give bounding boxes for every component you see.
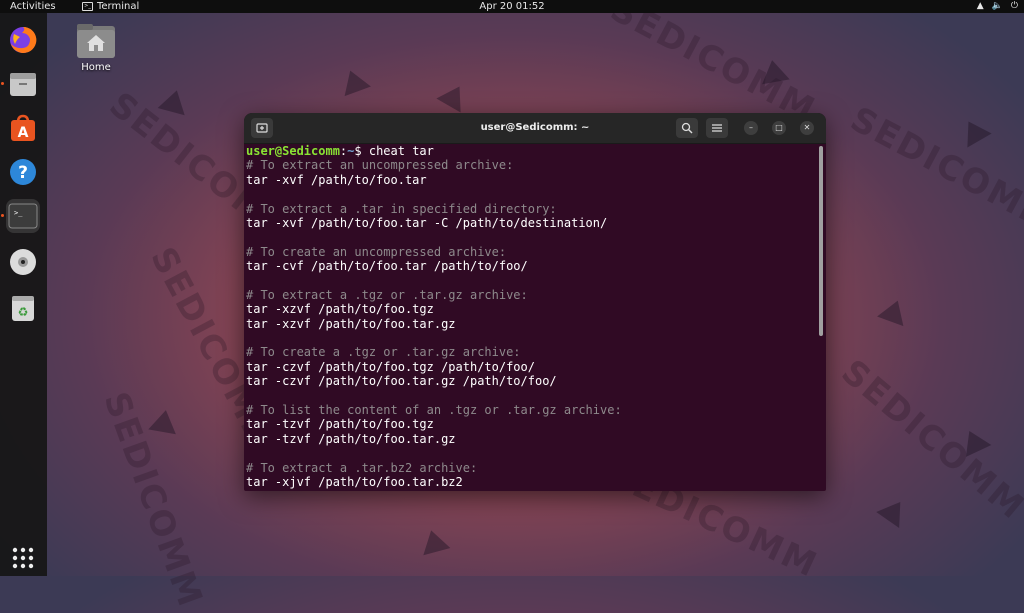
dock: A ? >_ ♻ bbox=[0, 13, 47, 576]
top-bar: Activities >_ Terminal Apr 20 01:52 ▲ 🔈 … bbox=[0, 0, 1024, 13]
wallpaper-triangle bbox=[956, 114, 992, 148]
dock-trash[interactable]: ♻ bbox=[6, 291, 40, 325]
terminal-window[interactable]: user@Sedicomm: ~ – □ ✕ user@Sedicomm:~$ … bbox=[244, 113, 826, 491]
firefox-icon bbox=[10, 26, 37, 53]
output-blank-line bbox=[246, 274, 816, 288]
volume-icon: 🔈 bbox=[991, 1, 1003, 11]
maximize-button[interactable]: □ bbox=[772, 121, 786, 135]
power-icon: ⏻ bbox=[1010, 1, 1018, 11]
output-command-line: tar -tzvf /path/to/foo.tar.gz bbox=[246, 431, 456, 446]
show-applications-icon bbox=[12, 547, 34, 569]
show-applications-button[interactable] bbox=[6, 541, 40, 575]
output-comment-line: # To extract a .tgz or .tar.gz archive: bbox=[246, 287, 528, 302]
minimize-icon: – bbox=[749, 123, 753, 132]
prompt-user: user@Sedicomm bbox=[246, 144, 340, 158]
output-blank-line bbox=[246, 230, 816, 244]
dock-help[interactable]: ? bbox=[6, 155, 40, 189]
output-command-line: tar -xzvf /path/to/foo.tar.gz bbox=[246, 316, 456, 331]
home-folder-label: Home bbox=[81, 62, 111, 73]
files-icon bbox=[10, 73, 36, 96]
wallpaper-triangle bbox=[337, 65, 371, 97]
output-comment-line: # To list the content of an .tgz or .tar… bbox=[246, 403, 622, 418]
terminal-output[interactable]: user@Sedicomm:~$ cheat tar # To extract … bbox=[246, 144, 816, 490]
output-command-line: tar -xvf /path/to/foo.tar -C /path/to/de… bbox=[246, 215, 608, 230]
output-comment-line: # To extract a .tar in specified directo… bbox=[246, 201, 557, 216]
wallpaper-triangle bbox=[877, 295, 911, 327]
wallpaper-watermark: SEDICOMM bbox=[603, 0, 823, 131]
software-icon: A bbox=[11, 114, 35, 141]
network-icon: ▲ bbox=[976, 1, 984, 11]
trash-icon: ♻ bbox=[12, 296, 34, 321]
search-icon bbox=[681, 122, 693, 134]
output-command-line: tar -czvf /path/to/foo.tar.gz /path/to/f… bbox=[246, 374, 557, 389]
dock-software[interactable]: A bbox=[6, 111, 40, 145]
maximize-icon: □ bbox=[775, 123, 783, 132]
output-blank-line bbox=[246, 446, 816, 460]
output-comment-line: # To extract a .tar.bz2 archive: bbox=[246, 460, 478, 475]
wallpaper-triangle bbox=[876, 493, 912, 529]
terminal-small-icon: >_ bbox=[82, 2, 93, 11]
output-blank-line bbox=[246, 187, 816, 201]
dock-files[interactable] bbox=[6, 67, 40, 101]
output-comment-line: # To extract an uncompressed archive: bbox=[246, 158, 514, 173]
search-button[interactable] bbox=[676, 118, 698, 138]
running-indicator bbox=[1, 214, 4, 217]
svg-text:A: A bbox=[18, 125, 29, 141]
dock-firefox[interactable] bbox=[6, 23, 40, 57]
prompt-command: cheat tar bbox=[368, 144, 434, 158]
terminal-headerbar[interactable]: user@Sedicomm: ~ – □ ✕ bbox=[244, 113, 826, 144]
system-menu[interactable]: ▲ 🔈 ⏻ bbox=[977, 0, 1018, 13]
terminal-title: user@Sedicomm: ~ bbox=[480, 122, 590, 133]
help-icon: ? bbox=[10, 159, 36, 185]
home-folder-icon bbox=[77, 24, 115, 58]
close-icon: ✕ bbox=[803, 123, 811, 132]
dock-terminal[interactable]: >_ bbox=[6, 199, 40, 233]
wallpaper-triangle bbox=[157, 86, 191, 116]
output-command-line: tar -xjvf /path/to/foo.tar.bz2 bbox=[246, 474, 463, 489]
output-lines: # To extract an uncompressed archive: tar… bbox=[246, 158, 816, 489]
scrollbar[interactable] bbox=[819, 146, 823, 336]
app-name: Terminal bbox=[97, 1, 140, 12]
prompt-line: user@Sedicomm:~$ cheat tar bbox=[246, 144, 816, 158]
svg-text:>_: >_ bbox=[14, 209, 23, 217]
output-command-line: tar -czvf /path/to/foo.tgz /path/to/foo/ bbox=[246, 359, 535, 374]
wallpaper-triangle bbox=[148, 407, 180, 435]
terminal-icon: >_ bbox=[8, 203, 38, 229]
menu-button[interactable] bbox=[706, 118, 728, 138]
wallpaper-triangle bbox=[436, 79, 472, 113]
minimize-button[interactable]: – bbox=[744, 121, 758, 135]
dvd-icon bbox=[10, 249, 36, 275]
hamburger-icon bbox=[712, 124, 722, 132]
wallpaper-watermark: SEDICOMM bbox=[833, 352, 1024, 528]
clock: Apr 20 01:52 bbox=[479, 1, 545, 12]
dock-dvd[interactable] bbox=[6, 245, 40, 279]
activities-button[interactable]: Activities bbox=[10, 0, 56, 13]
wallpaper-watermark: SEDICOMM bbox=[843, 99, 1024, 241]
home-folder[interactable] bbox=[76, 22, 116, 60]
wallpaper-triangle bbox=[417, 526, 451, 556]
output-blank-line bbox=[246, 389, 816, 403]
svg-text:♻: ♻ bbox=[18, 305, 29, 319]
output-comment-line: # To create an uncompressed archive: bbox=[246, 244, 507, 259]
output-command-line: tar -xzvf /path/to/foo.tgz bbox=[246, 302, 434, 317]
svg-text:?: ? bbox=[18, 163, 28, 183]
prompt-symbol: $ bbox=[354, 144, 369, 158]
close-button[interactable]: ✕ bbox=[800, 121, 814, 135]
output-blank-line bbox=[246, 331, 816, 345]
output-command-line: tar -xvf /path/to/foo.tar bbox=[246, 172, 427, 187]
running-indicator bbox=[1, 82, 4, 85]
output-command-line: tar -tzvf /path/to/foo.tgz bbox=[246, 417, 434, 432]
output-command-line: tar -cvf /path/to/foo.tar /path/to/foo/ bbox=[246, 259, 528, 274]
output-comment-line: # To create a .tgz or .tar.gz archive: bbox=[246, 345, 521, 360]
app-menu[interactable]: >_ Terminal bbox=[82, 0, 139, 13]
